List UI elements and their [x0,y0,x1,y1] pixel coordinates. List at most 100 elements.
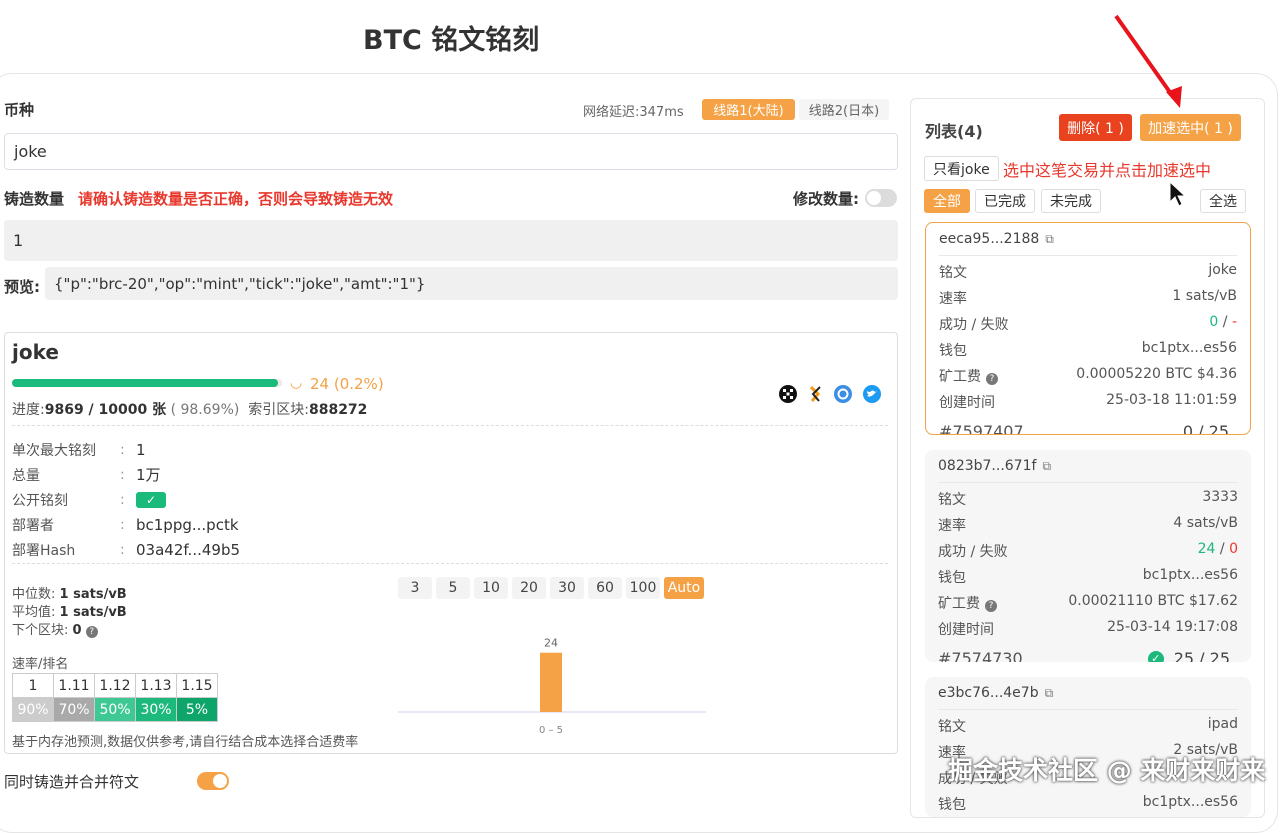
coin-input[interactable]: joke [4,133,898,170]
tx-row-key-text: 铭文 [938,719,966,735]
progress-pct: ( 98.69%) [166,402,240,418]
tx-row-key-text: 成功 / 失败 [939,317,1009,333]
line1-button[interactable]: 线路1(大陆) [702,99,795,120]
delete-button[interactable]: 删除( 1 ) [1059,114,1132,141]
avg-line: 平均值: 1 sats/vB [12,601,127,620]
rate-cell[interactable]: 1.11 [53,673,95,698]
next-block-value: 0 [72,623,82,638]
tx-row: 创建时间 25-03-14 19:17:08 [938,619,1238,639]
tx-row-value: 0.00005220 BTC $4.36 [1076,366,1237,382]
fee-chip[interactable]: 100 [626,577,660,599]
tx-row-key: 铭文 [938,489,966,509]
rank-row: 90% 70% 50% 30% 5% [12,697,218,722]
index-label: 索引区块: [248,402,309,418]
pending-text: 24 (0.2%) [310,375,384,393]
tx-hash-text: eeca95...2188 [939,231,1040,247]
tx-row: 矿工费? 0.00021110 BTC $17.62 [938,593,1238,613]
token-details: 单次最大铭刻:1 总量:1万 公开铭刻: ✓ 部署者: bc1ppg...pctk 部署Ha… [12,437,312,562]
external-link-icon[interactable]: ⧉ [1045,686,1054,700]
detail-key: 单次最大铭刻 [12,442,96,459]
tab-all[interactable]: 全部 [924,189,970,213]
tx-row-value: 25-03-14 19:17:08 [1107,619,1238,635]
transaction-card[interactable]: eeca95...2188 ⧉ 铭文 joke 速率 1 sats/vB 成功 / 失败 0 … [925,222,1251,435]
hint-text: 选中这笔交易并点击加速选中 [1003,161,1212,180]
detail-colon: : [120,441,125,458]
tx-row-value: bc1ptx...es56 [1142,567,1238,583]
rank-cell: 30% [135,697,177,722]
rate-cell[interactable]: 1.12 [94,673,136,698]
token-name: joke [12,340,59,364]
tx-progress-text: 0 / 25 [1182,422,1229,435]
divider [938,709,1238,710]
tx-row-value: 1 sats/vB [1172,288,1237,304]
tab-done[interactable]: 已完成 [975,189,1035,213]
tx-row: 成功 / 失败 24 / 0 [938,541,1238,561]
tx-row-key: 速率 [939,288,967,308]
fee-chip[interactable]: 3 [398,577,432,599]
help-icon[interactable]: ? [85,626,98,638]
detail-value: 1万 [136,466,161,484]
rank-cell: 5% [176,697,218,722]
median-label: 中位数: [12,587,56,602]
watermark: 掘金技术社区 @ 来财来财来 [948,756,1266,785]
detail-value: 1 [136,440,146,459]
tx-row-key: 矿工费? [938,593,997,613]
divider [938,482,1238,483]
twitter-icon[interactable] [863,385,881,403]
tab-undone[interactable]: 未完成 [1041,189,1101,213]
tx-row: 成功 / 失败 0 / - [939,314,1237,334]
preview-box: {"p":"brc-20","op":"mint","tick":"joke",… [45,267,898,300]
tx-row-key-text: 铭文 [938,492,966,508]
tx-hash-text: e3bc76...4e7b [938,685,1039,701]
tx-row-key: 钱包 [939,340,967,360]
help-icon[interactable]: ? [985,600,997,612]
okx-icon[interactable] [779,385,797,403]
tx-footer: #7597407 0 / 25 [939,422,1237,435]
transaction-card[interactable]: 0823b7...671f ⧉ 铭文 3333 速率 4 sats/vB 成功 / 失败 24… [925,450,1251,662]
tx-row-value: bc1ptx...es56 [1141,340,1237,356]
fee-chip[interactable]: 20 [512,577,546,599]
median-line: 中位数: 1 sats/vB [12,583,127,602]
transaction-card[interactable]: e3bc76...4e7b ⧉ 铭文 ipad 速率 2 sats/vB 成功 / 失败 钱包… [925,677,1251,817]
fee-chip[interactable]: 10 [474,577,508,599]
only-joke-button[interactable]: 只看joke [924,156,999,181]
progress-track [12,379,282,387]
loading-icon: ◡ [290,375,303,391]
fee-chip[interactable]: 5 [436,577,470,599]
fee-chip[interactable]: Auto [664,577,704,599]
next-block-label: 下个区块: [12,623,69,638]
rate-cell[interactable]: 1 [12,673,54,698]
help-icon[interactable]: ? [986,373,998,385]
detail-row: 单次最大铭刻:1 [12,437,312,462]
modify-toggle[interactable] [865,189,897,207]
mint-quantity-input[interactable]: 1 [4,220,898,261]
rate-cell[interactable]: 1.13 [135,673,177,698]
rate-cell[interactable]: 1.15 [176,673,218,698]
success-count: 24 [1197,541,1216,557]
detail-value: bc1ppg...pctk [136,515,239,534]
latency-text: 网络延迟:347ms [583,105,684,120]
fee-chip[interactable]: 30 [550,577,584,599]
select-all-button[interactable]: 全选 [1200,189,1246,213]
external-link-icon[interactable]: ⧉ [1045,232,1054,246]
explorer-icon[interactable] [834,385,852,403]
speed-up-button[interactable]: 加速选中( 1 ) [1140,114,1241,141]
mint-label: 铸造数量 [4,190,65,208]
external-link-icon[interactable]: ⧉ [1042,459,1051,473]
tx-id: #7597407 [939,422,1024,435]
tx-row-value: bc1ptx...es56 [1142,794,1238,810]
tx-row: 钱包 bc1ptx...es56 [938,567,1238,587]
fee-chip[interactable]: 60 [588,577,622,599]
tx-hash[interactable]: e3bc76...4e7b ⧉ [938,685,1238,701]
unisat-icon[interactable] [809,385,821,402]
progress-value: 9869 / 10000 张 [44,402,167,418]
tx-id: #7574730 [938,649,1023,662]
combine-toggle[interactable] [197,772,230,790]
tx-hash[interactable]: eeca95...2188 ⧉ [939,231,1237,247]
tx-hash[interactable]: 0823b7...671f ⧉ [938,458,1238,474]
avg-label: 平均值: [12,605,56,620]
tx-row: 铭文 ipad [938,716,1238,736]
line2-button[interactable]: 线路2(日本) [799,99,889,120]
rate-rank-table: 1 1.11 1.12 1.13 1.15 90% 70% 50% 30% 5% [12,673,218,722]
tx-row-key: 速率 [938,515,966,535]
